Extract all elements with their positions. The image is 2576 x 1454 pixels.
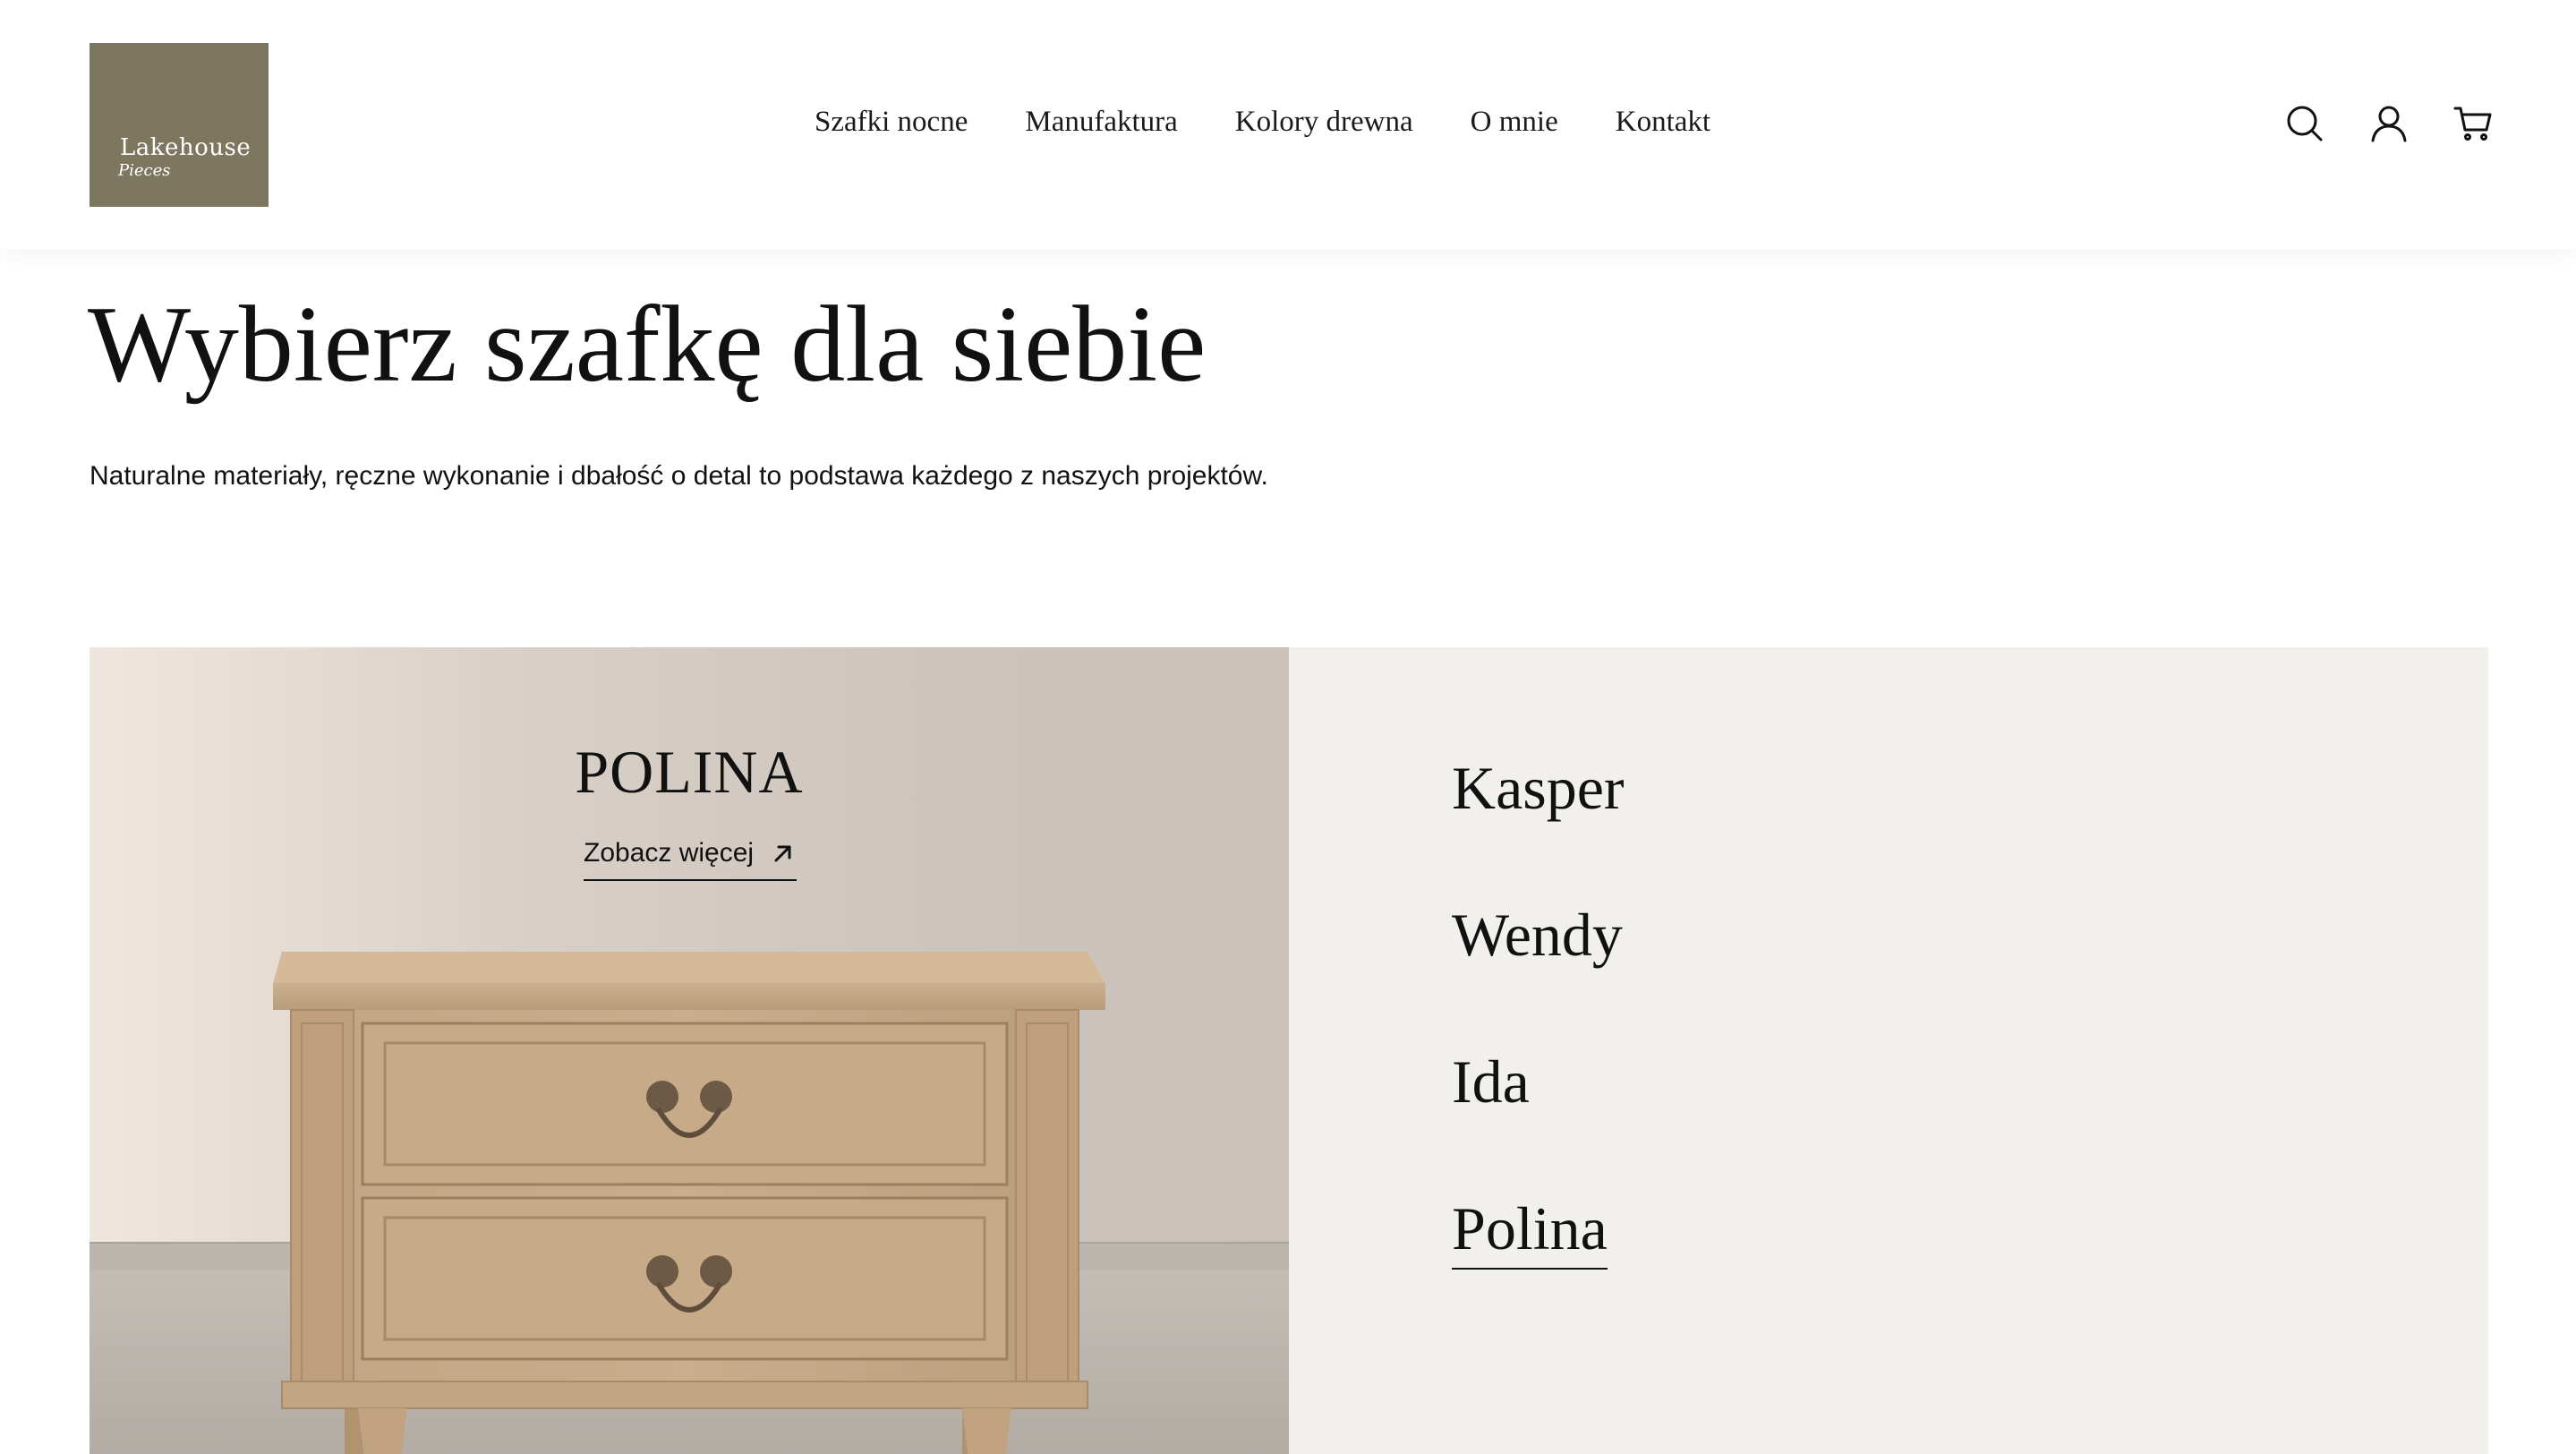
- see-more-link[interactable]: Zobacz więcej: [584, 838, 797, 881]
- nav-item-o-mnie[interactable]: O mnie: [1471, 106, 1558, 139]
- nav-item-kolory-drewna[interactable]: Kolory drewna: [1235, 106, 1413, 139]
- user-icon[interactable]: [2368, 103, 2410, 144]
- model-item-label: Kasper: [1452, 754, 1625, 822]
- nav-item-szafki-nocne[interactable]: Szafki nocne: [815, 106, 968, 139]
- model-item-ida[interactable]: Ida: [1452, 1047, 1625, 1193]
- model-item-wendy[interactable]: Wendy: [1452, 900, 1625, 1047]
- cart-icon[interactable]: [2452, 103, 2494, 144]
- model-item-label: Wendy: [1452, 901, 1623, 969]
- model-item-label: Ida: [1452, 1048, 1530, 1116]
- model-item-polina[interactable]: Polina: [1452, 1193, 1625, 1340]
- logo-sub-text: Pieces: [118, 161, 171, 180]
- model-list: Kasper Wendy Ida Polina: [1452, 753, 1625, 1340]
- page-subtitle: Naturalne materiały, ręczne wykonanie i …: [90, 461, 1268, 491]
- brand-logo[interactable]: Lakehouse Pieces: [90, 43, 269, 207]
- search-icon[interactable]: [2284, 103, 2325, 144]
- product-showcase: POLINA Zobacz więcej Kasper Wendy Ida Po…: [90, 647, 2488, 1454]
- see-more-label: Zobacz więcej: [584, 838, 755, 868]
- model-list-panel: Kasper Wendy Ida Polina: [1289, 647, 2488, 1454]
- nav-item-kontakt[interactable]: Kontakt: [1616, 106, 1710, 139]
- header-actions: [2284, 103, 2494, 144]
- nightstand-image: [273, 952, 1105, 1454]
- page-title: Wybierz szafkę dla siebie: [88, 284, 1207, 405]
- arrow-up-right-icon: [774, 845, 791, 862]
- featured-product-card[interactable]: POLINA Zobacz więcej: [90, 647, 1289, 1454]
- main-nav: Szafki nocne Manufaktura Kolory drewna O…: [815, 106, 1710, 139]
- site-header: Lakehouse Pieces Szafki nocne Manufaktur…: [0, 0, 2576, 250]
- model-item-label: Polina: [1452, 1193, 1608, 1270]
- nav-item-manufaktura[interactable]: Manufaktura: [1025, 106, 1177, 139]
- logo-main-text: Lakehouse: [120, 134, 252, 161]
- featured-product-title: POLINA: [575, 738, 804, 806]
- model-item-kasper[interactable]: Kasper: [1452, 753, 1625, 900]
